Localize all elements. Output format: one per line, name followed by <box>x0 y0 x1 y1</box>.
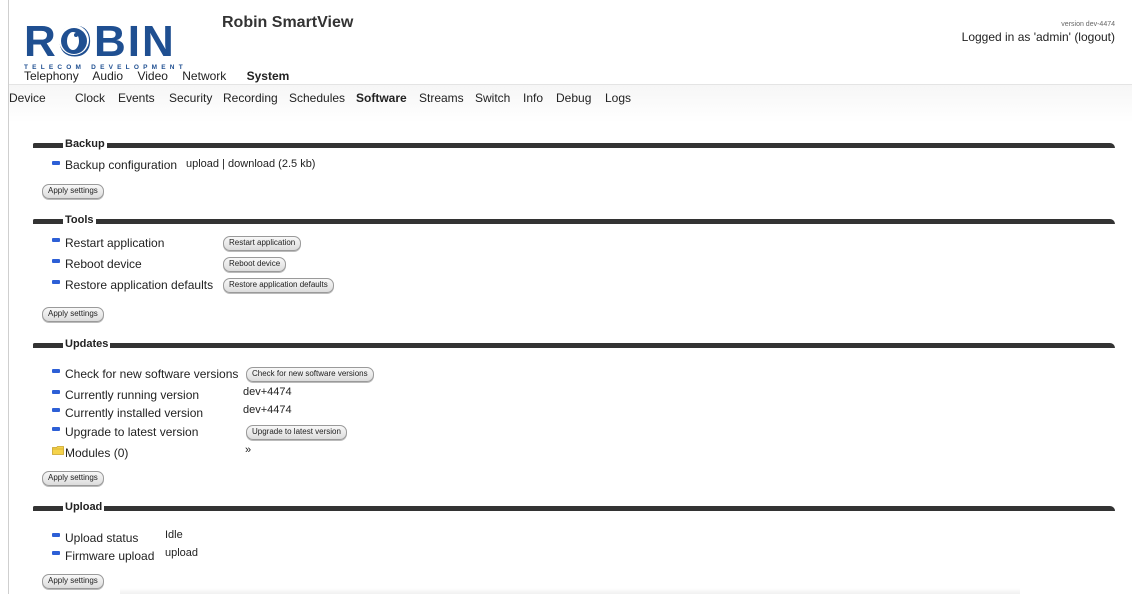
backup-link-separator: | <box>222 158 225 170</box>
logout-link[interactable]: (logout) <box>1074 30 1115 44</box>
modules-expand-link[interactable]: » <box>245 444 251 456</box>
restart-label: Restart application <box>65 236 165 250</box>
upload-section-title: Upload <box>63 501 105 513</box>
check-updates-label: Check for new software versions <box>65 367 239 381</box>
sub-nav-info[interactable]: Info <box>523 91 543 105</box>
upload-apply-button[interactable]: Apply settings <box>42 574 104 589</box>
bullet-icon <box>52 551 60 555</box>
bullet-icon <box>52 408 60 412</box>
upgrade-label: Upgrade to latest version <box>65 425 199 439</box>
sub-nav-streams[interactable]: Streams <box>419 91 464 105</box>
modules-label[interactable]: Modules (0) <box>65 446 128 460</box>
updates-section-bar <box>33 343 1115 348</box>
restore-defaults-button[interactable]: Restore application defaults <box>223 278 334 293</box>
main-nav-audio[interactable]: Audio <box>92 69 123 83</box>
bullet-icon <box>52 427 60 431</box>
tools-apply-button[interactable]: Apply settings <box>42 307 104 322</box>
login-user: Logged in as 'admin' <box>961 30 1071 44</box>
sub-nav-security[interactable]: Security <box>169 91 212 105</box>
version-label: version dev-4474 <box>1061 21 1115 28</box>
firmware-upload-link[interactable]: upload <box>165 547 198 559</box>
reboot-label: Reboot device <box>65 257 142 271</box>
restore-label: Restore application defaults <box>65 278 214 292</box>
backup-section-bar <box>33 143 1115 148</box>
firmware-upload-label: Firmware upload <box>65 549 155 563</box>
backup-actions: upload | download (2.5 kb) <box>186 158 315 170</box>
sub-nav-device[interactable]: Device <box>9 91 46 105</box>
bullet-icon <box>52 238 60 242</box>
installed-version-label: Currently installed version <box>65 406 204 420</box>
sub-nav-logs[interactable]: Logs <box>605 91 631 105</box>
bullet-icon <box>52 259 60 263</box>
upgrade-button[interactable]: Upgrade to latest version <box>246 425 347 440</box>
installed-version-value: dev+4474 <box>243 404 292 416</box>
sub-nav-schedules[interactable]: Schedules <box>289 91 345 105</box>
backup-config-label: Backup configuration <box>65 158 178 172</box>
sub-nav-software[interactable]: Software <box>356 91 407 105</box>
svg-text:ROBIN: ROBIN <box>24 18 176 66</box>
bullet-icon <box>52 390 60 394</box>
running-version-label: Currently running version <box>65 388 200 402</box>
main-nav-video[interactable]: Video <box>137 69 167 83</box>
backup-download-link[interactable]: download (2.5 kb) <box>228 158 315 170</box>
updates-apply-button[interactable]: Apply settings <box>42 471 104 486</box>
backup-apply-button[interactable]: Apply settings <box>42 184 104 199</box>
upload-status-value: Idle <box>165 529 183 541</box>
upload-status-label: Upload status <box>65 531 139 545</box>
login-status: Logged in as 'admin' (logout) <box>962 30 1115 44</box>
bullet-icon <box>52 280 60 284</box>
sub-nav: Device Clock Events Security Recording S… <box>9 84 1132 123</box>
restart-application-button[interactable]: Restart application <box>223 236 302 251</box>
main-nav-system[interactable]: System <box>247 69 290 83</box>
updates-section-title: Updates <box>63 338 111 350</box>
robin-logo: ROBIN TELECOM DEVELOPMENT <box>24 18 183 71</box>
main-nav-telephony[interactable]: Telephony <box>24 69 79 83</box>
main-nav: Telephony Audio Video Network System <box>24 69 300 83</box>
folder-icon[interactable] <box>52 446 64 455</box>
sub-nav-switch[interactable]: Switch <box>475 91 510 105</box>
sub-nav-events[interactable]: Events <box>118 91 155 105</box>
sub-nav-debug[interactable]: Debug <box>556 91 591 105</box>
backup-upload-link[interactable]: upload <box>186 158 219 170</box>
upload-section-bar <box>33 506 1115 511</box>
backup-section-title: Backup <box>63 138 107 150</box>
bullet-icon <box>52 369 60 373</box>
main-nav-network[interactable]: Network <box>182 69 226 83</box>
bullet-icon <box>52 533 60 537</box>
sub-nav-recording[interactable]: Recording <box>223 91 278 105</box>
check-updates-button[interactable]: Check for new software versions <box>246 367 374 382</box>
bullet-icon <box>52 161 60 165</box>
tools-section-bar <box>33 219 1115 224</box>
app-title: Robin SmartView <box>222 14 354 31</box>
reboot-device-button[interactable]: Reboot device <box>223 257 287 272</box>
bottom-shadow <box>120 588 1020 594</box>
sub-nav-clock[interactable]: Clock <box>75 91 105 105</box>
running-version-value: dev+4474 <box>243 386 292 398</box>
tools-section-title: Tools <box>63 214 96 226</box>
